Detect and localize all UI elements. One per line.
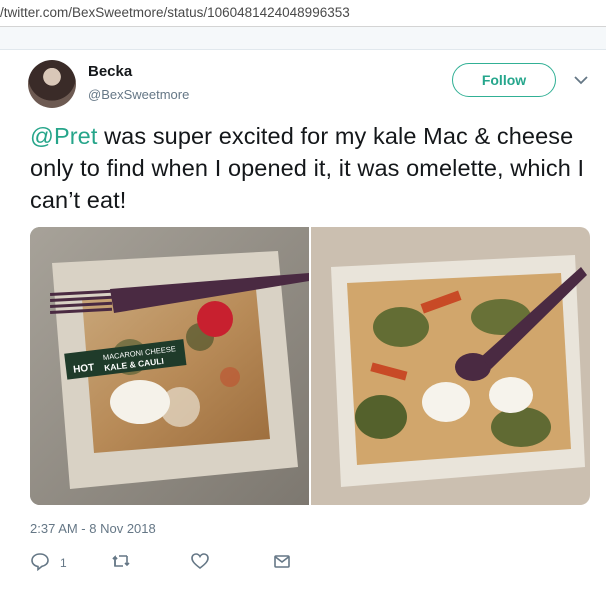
like-button[interactable]	[190, 551, 212, 573]
tweet-body: was super excited for my kale Mac & chee…	[30, 123, 585, 213]
url-text[interactable]: /twitter.com/BexSweetmore/status/1060481…	[0, 5, 350, 20]
retweet-button[interactable]	[110, 551, 136, 573]
direct-message-button[interactable]	[272, 551, 294, 573]
chevron-down-icon[interactable]	[574, 72, 588, 85]
tweet-text: @Pret was super excited for my kale Mac …	[30, 120, 590, 216]
retweet-icon	[110, 551, 136, 571]
dm-icon	[272, 551, 294, 571]
display-name[interactable]: Becka	[88, 63, 132, 80]
avatar[interactable]	[28, 60, 76, 108]
photo-opened-box[interactable]	[311, 227, 590, 505]
user-handle[interactable]: @BexSweetmore	[88, 87, 189, 102]
page-header-strip	[0, 27, 606, 50]
reply-button[interactable]: 1	[30, 551, 74, 573]
follow-button[interactable]: Follow	[452, 63, 556, 97]
reply-count: 1	[60, 556, 67, 570]
mention-link[interactable]: @Pret	[30, 123, 97, 149]
photo-packaged-box[interactable]: HOT MACARONI CHEESE KALE & CAULI	[30, 227, 309, 505]
reply-icon	[30, 551, 74, 571]
tweet-media: HOT MACARONI CHEESE KALE & CAULI	[30, 227, 590, 505]
browser-address-bar[interactable]: /twitter.com/BexSweetmore/status/1060481…	[0, 0, 606, 27]
tweet-timestamp[interactable]: 2:37 AM - 8 Nov 2018	[30, 521, 156, 536]
like-icon	[190, 551, 212, 571]
